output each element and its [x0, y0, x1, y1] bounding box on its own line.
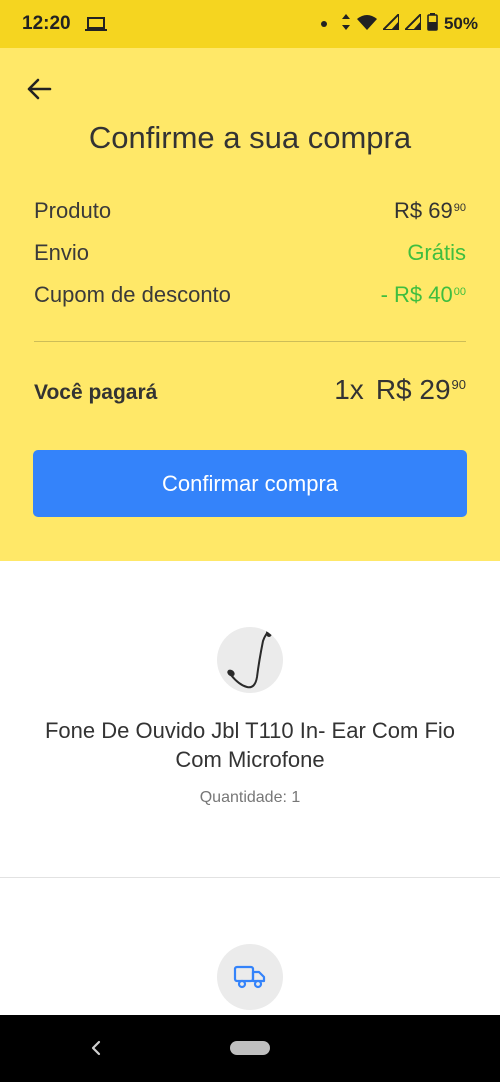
- product-thumbnail: [217, 627, 283, 693]
- total-row: Você pagará 1x R$ 2990: [34, 374, 466, 406]
- page-title: Confirme a sua compra: [88, 120, 412, 155]
- shipping-label: Envio: [34, 240, 90, 265]
- status-icons: 50%: [320, 11, 478, 36]
- earphone-image: [227, 629, 272, 689]
- battery-icon: [427, 12, 438, 36]
- battery-level: 50%: [443, 14, 478, 33]
- section-divider: [0, 877, 500, 878]
- dot-icon: [320, 21, 327, 27]
- summary-divider: [34, 341, 466, 342]
- shipping-icon-badge: [217, 944, 283, 1010]
- checkout-header: Confirme a sua compra Produto R$ 6990 En…: [0, 48, 500, 561]
- product-quantity: Quantidade: 1: [199, 789, 301, 806]
- total-value: 1x R$ 2990: [334, 374, 466, 405]
- product-name: Fone De Ouvido Jbl T110 In- Ear Com Fio …: [44, 718, 456, 772]
- truck-icon: [233, 965, 266, 989]
- product-label: Produto: [34, 198, 112, 223]
- nav-back-button[interactable]: [84, 1035, 108, 1061]
- shipping-row: Envio Grátis: [34, 240, 466, 266]
- signal-icon: [402, 11, 422, 35]
- coupon-label: Cupom de desconto: [34, 282, 231, 307]
- laptop-icon: [84, 16, 107, 32]
- chevron-left-icon: [91, 1040, 101, 1056]
- status-bar: 12:20 50%: [0, 0, 500, 48]
- coupon-row: Cupom de desconto - R$ 4000: [34, 282, 466, 308]
- shipping-value: Grátis: [407, 240, 466, 265]
- wifi-icon: [356, 14, 377, 35]
- system-nav-bar: [0, 1015, 500, 1082]
- product-price-row: Produto R$ 6990: [34, 198, 466, 224]
- nav-home-pill[interactable]: [230, 1041, 270, 1055]
- arrow-left-icon: [27, 78, 52, 100]
- status-time: 12:20: [22, 13, 71, 34]
- coupon-value: - R$ 4000: [380, 282, 466, 307]
- product-price: R$ 6990: [394, 198, 466, 223]
- back-button[interactable]: [22, 72, 56, 106]
- signal-icon: [380, 11, 400, 35]
- data-arrows-icon: [341, 13, 351, 35]
- installments: 1x: [334, 374, 364, 405]
- total-label: Você pagará: [34, 381, 158, 404]
- confirm-purchase-button[interactable]: Confirmar compra: [33, 450, 467, 517]
